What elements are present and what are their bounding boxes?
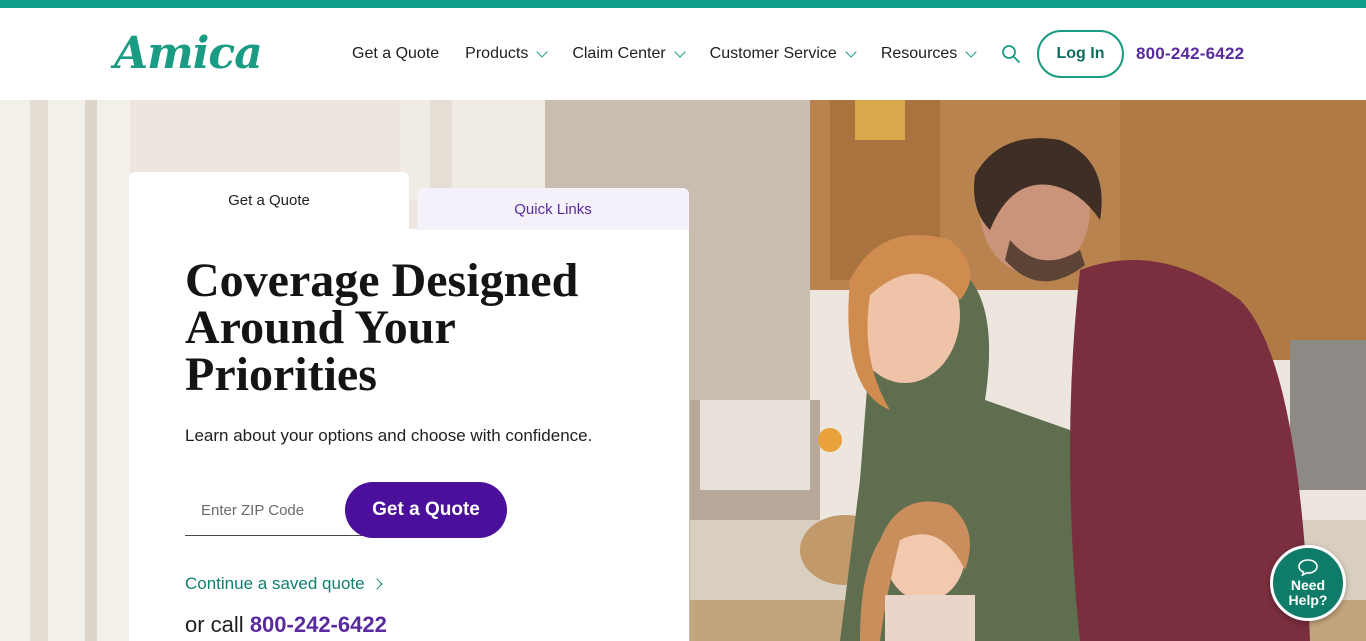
tab-quick-links[interactable]: Quick Links (417, 188, 689, 230)
nav-label: Resources (880, 45, 958, 62)
or-call-prefix: or call (185, 612, 244, 637)
nav-label: Customer Service (709, 45, 837, 62)
hero-phone-link[interactable]: 800-242-6422 (250, 612, 387, 637)
search-icon[interactable] (1001, 44, 1021, 64)
saved-quote-label: Continue a saved quote (185, 574, 365, 593)
nav-get-a-quote[interactable]: Get a Quote (352, 45, 439, 63)
hero-headline: Coverage Designed Around Your Priorities (185, 254, 579, 401)
chat-bubble-icon (1298, 559, 1318, 576)
need-help-chat-button[interactable]: Need Help? (1270, 545, 1346, 621)
chevron-right-icon (370, 578, 383, 590)
nav-customer-service[interactable]: Customer Service (709, 45, 857, 63)
chevron-down-icon (845, 45, 857, 58)
get-a-quote-button[interactable]: Get a Quote (345, 482, 507, 538)
header-phone-link[interactable]: 800-242-6422 (1136, 44, 1244, 64)
continue-saved-quote-link[interactable]: Continue a saved quote (185, 574, 383, 594)
tab-get-a-quote[interactable]: Get a Quote (129, 172, 409, 232)
nav-label: Get a Quote (352, 45, 440, 62)
hero-subtext: Learn about your options and choose with… (185, 426, 593, 445)
hero-section: Get a Quote Quick Links Coverage Designe… (0, 100, 1366, 641)
chevron-down-icon (965, 45, 977, 58)
amica-logo[interactable]: Amica (114, 28, 263, 79)
site-header: Amica Get a Quote Products Claim Center … (0, 8, 1366, 100)
chevron-down-icon (536, 45, 548, 58)
top-accent-stripe (0, 0, 1366, 8)
nav-label: Claim Center (572, 45, 666, 62)
nav-products[interactable]: Products (465, 45, 548, 63)
login-button[interactable]: Log In (1037, 30, 1124, 78)
or-call-text: or call 800-242-6422 (185, 612, 387, 638)
main-nav: Get a Quote Products Claim Center Custom… (352, 43, 1001, 65)
nav-label: Products (465, 45, 529, 62)
tab-label: Get a Quote (228, 191, 310, 209)
chevron-down-icon (674, 45, 686, 58)
nav-claim-center[interactable]: Claim Center (572, 45, 686, 63)
help-line-1: Need (1290, 577, 1326, 593)
help-line-2: Help? (1288, 592, 1328, 608)
nav-resources[interactable]: Resources (880, 45, 977, 63)
